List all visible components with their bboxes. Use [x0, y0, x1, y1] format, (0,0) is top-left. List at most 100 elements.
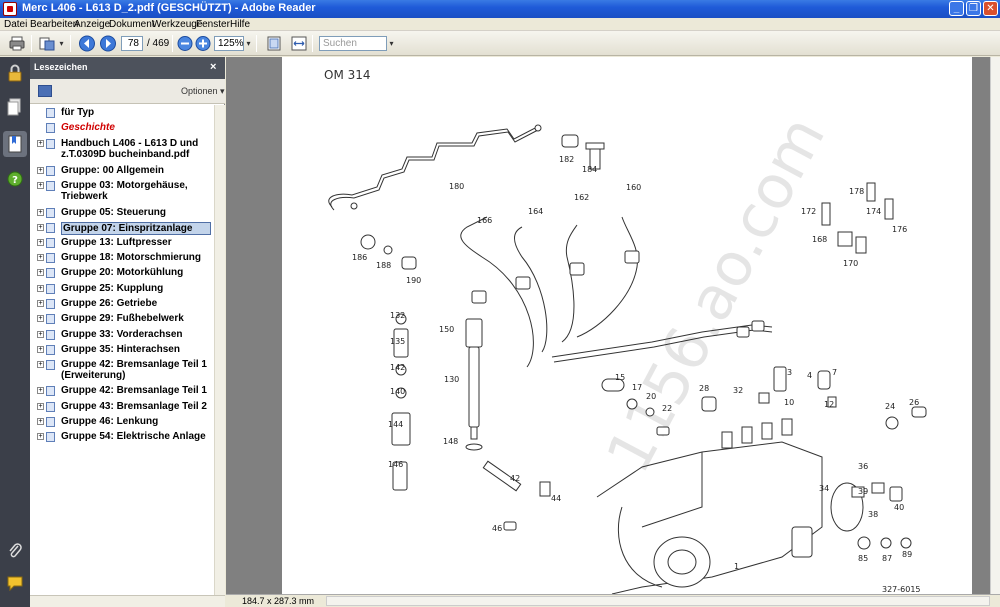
part-number-label: 168 — [812, 235, 827, 244]
bookmark-icon — [46, 268, 55, 278]
bookmark-label: Gruppe 33: Vorderachsen — [61, 329, 183, 340]
title-bar: Merc L406 - L613 D_2.pdf (GESCHÜTZT) - A… — [0, 0, 1000, 18]
expand-icon[interactable]: + — [37, 403, 44, 410]
close-button[interactable]: ✕ — [983, 1, 998, 16]
options-menu-button[interactable]: Optionen ▾ — [181, 86, 225, 97]
part-number-label: 142 — [390, 363, 405, 372]
injector-assembly — [465, 318, 483, 451]
bookmark-list: für Typ Geschichte + Handbuch L406 - L613 D… — [30, 105, 214, 595]
watermark: 1156.ao.com — [593, 106, 839, 484]
bookmark-icon — [46, 166, 55, 176]
bookmark-label: Gruppe 43: Bremsanlage Teil 2 — [61, 401, 207, 412]
expand-icon[interactable]: + — [37, 361, 44, 368]
part-number-label: 36 — [858, 462, 868, 471]
part-number-label: 22 — [662, 404, 672, 413]
menu-dokument[interactable]: Dokument — [109, 18, 155, 31]
next-page-icon[interactable] — [99, 35, 117, 52]
zoom-out-icon[interactable] — [176, 35, 194, 52]
help-icon[interactable]: ? — [5, 169, 25, 189]
close-panel-icon[interactable]: × — [210, 61, 216, 73]
zoom-level-select[interactable]: 125% — [214, 36, 244, 51]
expand-icon[interactable]: + — [37, 418, 44, 425]
part-number-label: 135 — [390, 337, 405, 346]
adobe-reader-icon — [3, 2, 17, 16]
part-number-label: 85 — [858, 554, 868, 563]
document-vertical-scrollbar[interactable] — [990, 57, 1000, 594]
document-view[interactable]: OM 314 1156.ao.com 1 3 4 7 10 12 15 17 2… — [226, 57, 990, 594]
restore-button[interactable]: ❐ — [966, 1, 981, 16]
fit-width-icon[interactable] — [290, 35, 308, 52]
previous-page-icon[interactable] — [78, 35, 96, 52]
pdf-page: OM 314 1156.ao.com 1 3 4 7 10 12 15 17 2… — [282, 57, 972, 594]
part-number-label: 160 — [626, 183, 641, 192]
toolbar: ▾ 78 / 469 125% ▾ Suchen ▾ — [0, 31, 1000, 56]
minimize-button[interactable]: _ — [949, 1, 964, 16]
bookmark-label: Gruppe 26: Getriebe — [61, 298, 158, 309]
injector-line-162 — [561, 224, 578, 343]
expand-icon[interactable]: + — [37, 285, 44, 292]
menu-anzeige[interactable]: Anzeige — [74, 18, 110, 31]
expand-icon[interactable]: + — [37, 269, 44, 276]
expand-icon[interactable]: + — [37, 140, 44, 147]
expand-icon[interactable]: + — [37, 209, 44, 216]
bookmarks-horizontal-scrollbar[interactable] — [30, 595, 225, 607]
bookmark-label: für Typ — [61, 107, 95, 118]
bookmark-icon — [46, 299, 55, 309]
bookmark-label: Gruppe 05: Steuerung — [61, 207, 167, 218]
zoom-in-icon[interactable] — [194, 35, 212, 52]
menu-bearbeiten[interactable]: Bearbeiten — [30, 18, 78, 31]
lock-icon[interactable] — [5, 63, 25, 83]
bookmark-icon — [46, 360, 55, 370]
bookmarks-panel-header: Lesezeichen × — [30, 57, 225, 79]
bookmark-label: Gruppe 42: Bremsanlage Teil 1 — [61, 385, 207, 396]
bookmark-icon — [46, 432, 55, 442]
attachment-icon[interactable] — [5, 541, 25, 561]
part-number-label: 178 — [849, 187, 864, 196]
collaborate-icon[interactable] — [38, 35, 56, 52]
comments-icon[interactable] — [5, 573, 25, 593]
expand-icon[interactable]: + — [37, 167, 44, 174]
new-bookmark-icon[interactable] — [38, 85, 52, 97]
bookmark-label: Gruppe 35: Hinterachsen — [61, 344, 180, 355]
expand-icon[interactable]: + — [37, 331, 44, 338]
navigation-strip: ? — [0, 57, 30, 607]
fit-page-icon[interactable] — [265, 35, 283, 52]
part-number-label: 1 — [734, 562, 739, 571]
expand-icon[interactable]: + — [37, 433, 44, 440]
part-number-label: 44 — [551, 494, 561, 503]
expand-icon[interactable]: + — [37, 346, 44, 353]
svg-text:?: ? — [12, 175, 18, 186]
menu-fenster[interactable]: Fenster — [196, 18, 230, 31]
part-number-label: 39 — [858, 487, 868, 496]
bookmark-icon — [46, 238, 55, 248]
menu-bar: Datei Bearbeiten Anzeige Dokument Werkze… — [0, 18, 1000, 31]
expand-icon[interactable]: + — [37, 315, 44, 322]
expand-icon[interactable]: + — [37, 387, 44, 394]
pages-icon[interactable] — [5, 97, 25, 117]
toolbar-separator — [256, 35, 257, 52]
injector-line-160 — [576, 216, 638, 338]
chevron-down-icon[interactable]: ▾ — [57, 36, 66, 51]
part-number-label: 180 — [449, 182, 464, 191]
expand-icon[interactable]: + — [37, 224, 44, 231]
part-number-label: 12 — [824, 400, 834, 409]
bookmark-icon — [46, 208, 55, 218]
search-input[interactable]: Suchen — [319, 36, 387, 51]
fuel-line-180 — [328, 126, 538, 208]
document-horizontal-scrollbar[interactable] — [326, 596, 990, 606]
bookmark-icon — [46, 284, 55, 294]
menu-hilfe[interactable]: Hilfe — [230, 18, 250, 31]
expand-icon[interactable]: + — [37, 254, 44, 261]
bookmarks-scrollbar[interactable] — [214, 105, 225, 595]
page-number-input[interactable]: 78 — [121, 36, 143, 51]
bookmarks-icon[interactable] — [3, 131, 27, 157]
search-options-icon[interactable]: ▾ — [387, 36, 396, 51]
expand-icon[interactable]: + — [37, 239, 44, 246]
fuel-line-180-outline — [330, 129, 539, 211]
expand-icon[interactable]: + — [37, 182, 44, 189]
expand-icon[interactable]: + — [37, 300, 44, 307]
zoom-dropdown-icon[interactable]: ▾ — [244, 36, 253, 51]
print-icon[interactable] — [8, 35, 26, 52]
menu-datei[interactable]: Datei — [4, 18, 27, 31]
menu-werkzeuge[interactable]: Werkzeuge — [152, 18, 202, 31]
